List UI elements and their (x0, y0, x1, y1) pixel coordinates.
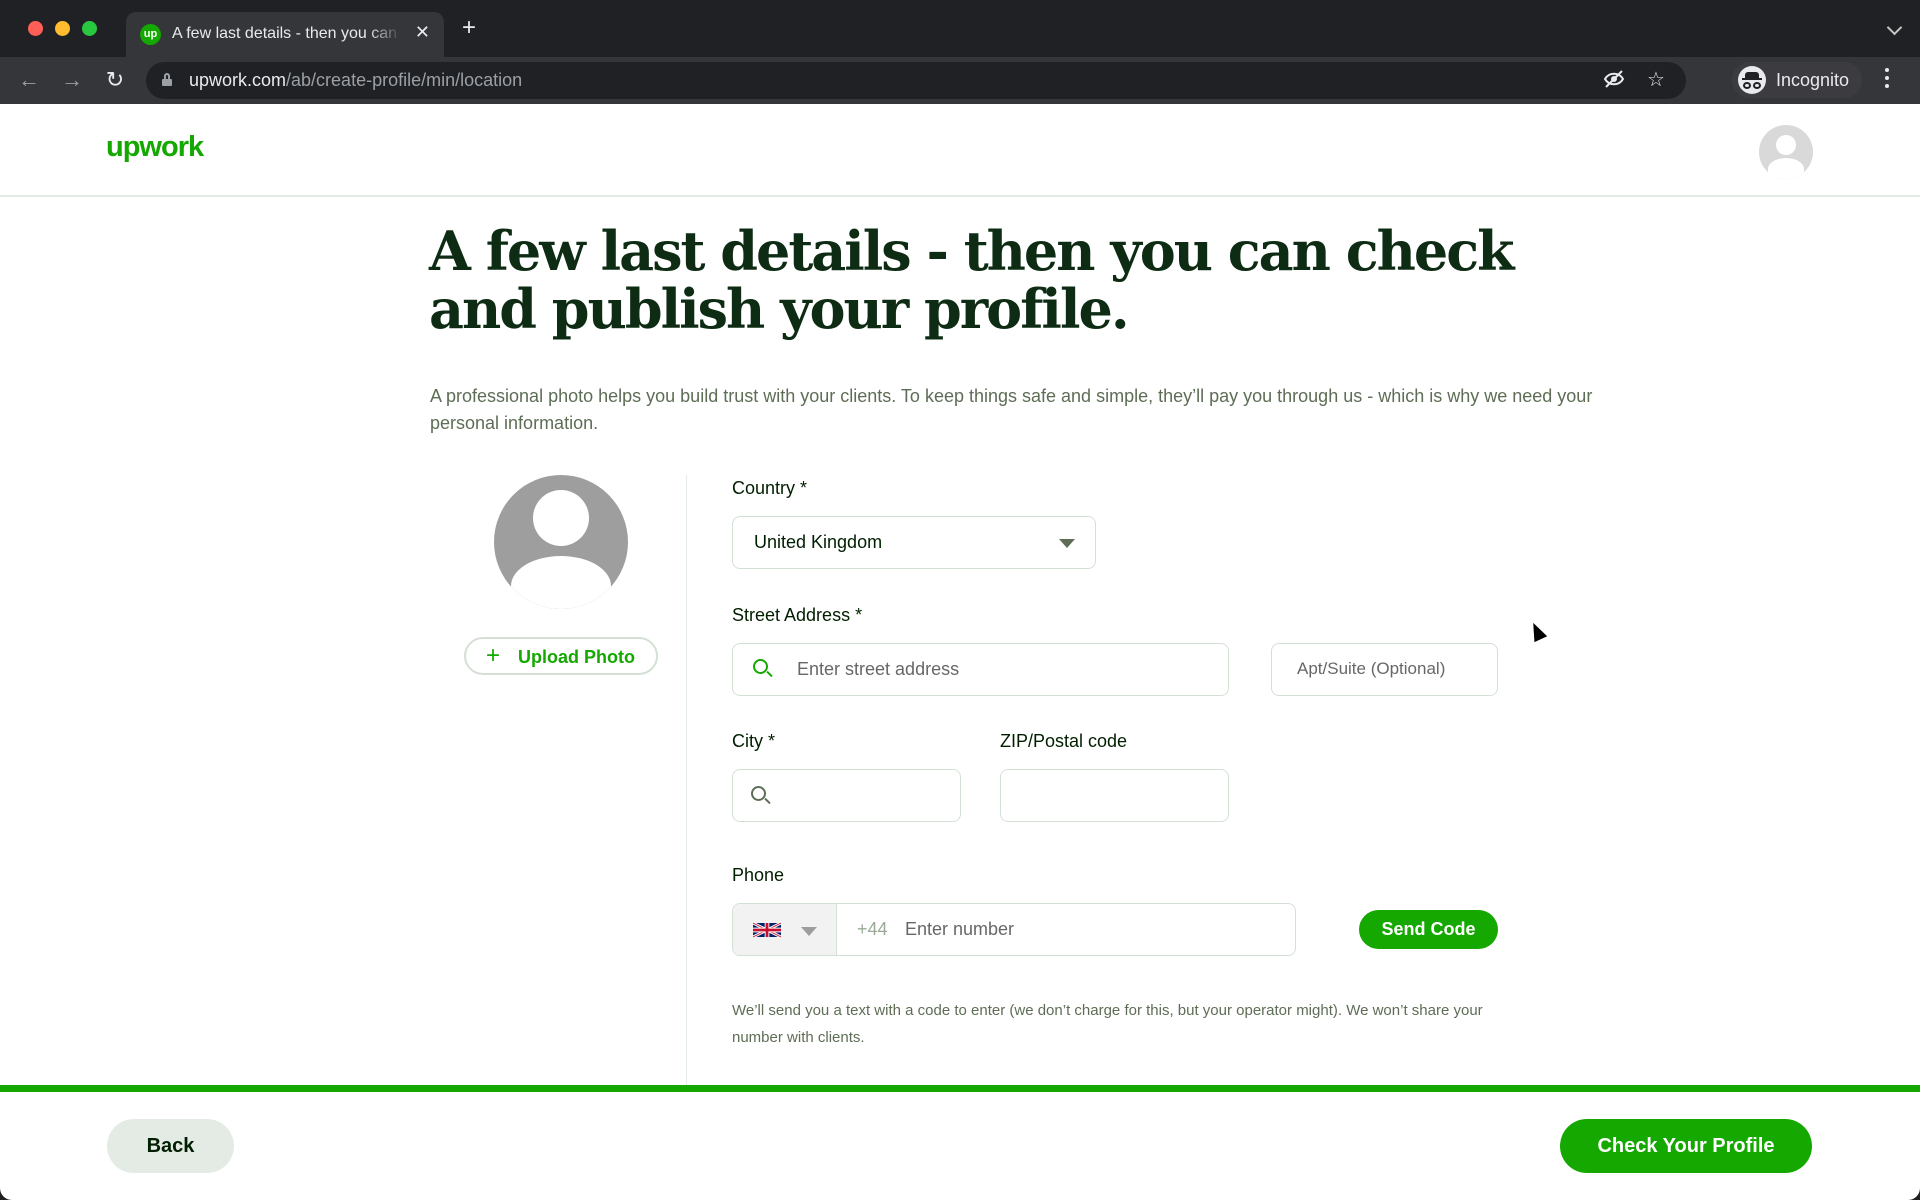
phone-placeholder: Enter number (905, 919, 1015, 939)
lock-icon (162, 73, 172, 86)
send-code-button[interactable]: Send Code (1359, 910, 1498, 949)
tab-title: A few last details - then you can check … (172, 25, 402, 42)
phone-help-text: We’ll send you a text with a code to ent… (732, 1002, 1483, 1046)
browser-menu-icon[interactable] (1884, 68, 1890, 90)
forward-arrow-icon[interactable]: → (59, 67, 85, 93)
incognito-label: Incognito (1776, 70, 1850, 90)
page-title: A few last details - then you can check … (429, 219, 1515, 341)
site-header: upwork (0, 104, 1920, 197)
plus-icon: + (486, 642, 501, 669)
progress-bar-fill (0, 1085, 1920, 1092)
city-label: City * (732, 731, 776, 751)
vertical-divider (686, 475, 687, 1085)
page-content: upwork A few last details - then you can… (0, 104, 1920, 1200)
window-maximize-button[interactable] (82, 21, 97, 36)
phone-country-select[interactable] (733, 904, 837, 955)
close-tab-icon[interactable]: ✕ (415, 22, 430, 43)
address-bar[interactable]: upwork.com/ab/create-profile/min/locatio… (146, 62, 1686, 99)
new-tab-button[interactable]: + (462, 16, 476, 40)
phone-prefix: +44 (857, 919, 888, 939)
zip-input[interactable] (1000, 769, 1229, 822)
upload-photo-label: Upload Photo (518, 647, 635, 667)
incognito-icon (1738, 66, 1766, 94)
eye-off-icon[interactable] (1602, 68, 1626, 92)
bookmark-star-icon[interactable]: ☆ (1644, 68, 1668, 92)
url-domain: upwork.com (189, 70, 287, 90)
zip-label: ZIP/Postal code (1000, 731, 1128, 751)
browser-tab-bar: up A few last details - then you can che… (0, 0, 1920, 57)
url-text[interactable]: upwork.com/ab/create-profile/min/locatio… (189, 70, 522, 91)
upload-photo-button[interactable]: + Upload Photo (464, 637, 658, 675)
back-arrow-icon[interactable]: ← (16, 67, 42, 93)
reload-icon[interactable]: ↻ (102, 67, 128, 93)
user-avatar-icon[interactable] (1759, 125, 1813, 179)
city-input[interactable] (732, 769, 961, 822)
street-address-placeholder: Enter street address (797, 659, 960, 679)
window-minimize-button[interactable] (55, 21, 70, 36)
phone-label: Phone (732, 865, 785, 885)
back-button[interactable]: Back (107, 1119, 234, 1173)
apt-suite-placeholder: Apt/Suite (Optional) (1297, 659, 1446, 678)
street-address-input[interactable]: Enter street address (732, 643, 1229, 696)
check-your-profile-button[interactable]: Check Your Profile (1560, 1119, 1812, 1173)
profile-photo-placeholder-icon (494, 475, 628, 609)
phone-input[interactable]: +44 Enter number (732, 903, 1296, 956)
united-kingdom-flag-icon (753, 921, 781, 939)
street-address-label: Street Address * (732, 605, 863, 625)
search-icon (753, 659, 773, 679)
dropdown-caret-icon (1059, 539, 1075, 548)
browser-toolbar: ← → ↻ upwork.com/ab/create-profile/min/l… (0, 57, 1920, 143)
country-value: United Kingdom (754, 532, 883, 552)
window-close-button[interactable] (28, 21, 43, 36)
apt-suite-input[interactable]: Apt/Suite (Optional) (1271, 643, 1498, 696)
incognito-profile-button[interactable]: Incognito (1732, 62, 1862, 98)
upwork-logo[interactable]: upwork (106, 131, 204, 164)
search-icon (751, 786, 771, 806)
progress-bar (0, 1085, 1920, 1092)
url-path: /ab/create-profile/min/location (286, 70, 523, 90)
dropdown-caret-icon (801, 927, 817, 936)
tab-search-chevron-icon[interactable] (1886, 19, 1903, 36)
country-select[interactable]: United Kingdom (732, 516, 1096, 569)
upwork-favicon-icon: up (140, 24, 161, 45)
country-label: Country * (732, 478, 808, 498)
browser-tab-active[interactable]: up A few last details - then you can che… (126, 12, 444, 57)
page-description: A professional photo helps you build tru… (430, 386, 1593, 433)
